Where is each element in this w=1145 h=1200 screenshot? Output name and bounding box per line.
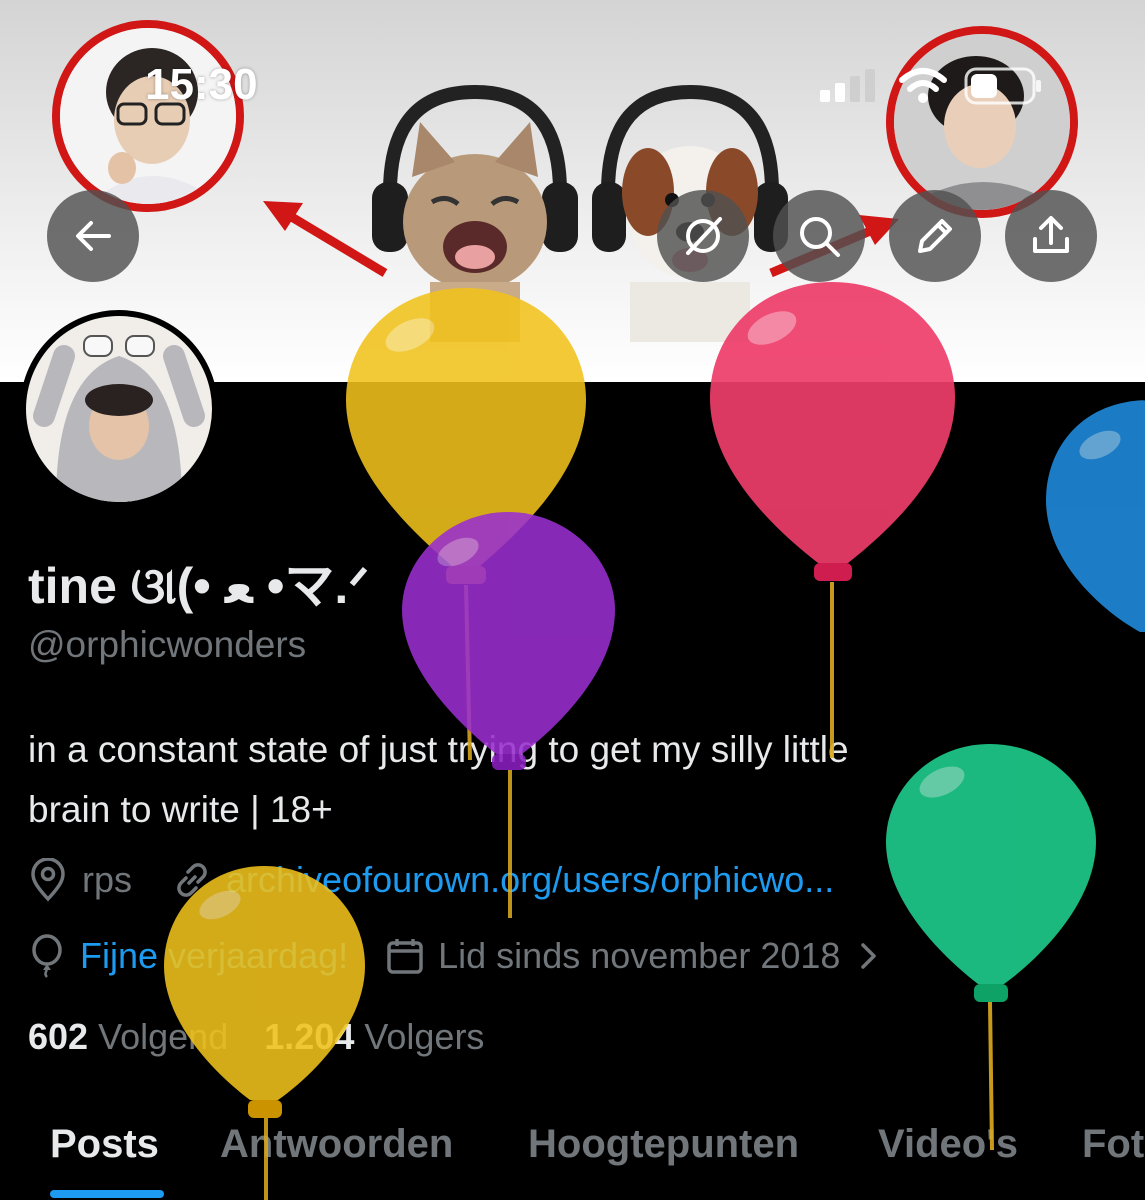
display-name: tine ଓ୲(• ﻌ •マ.ᐟ xyxy=(28,558,370,614)
share-button[interactable] xyxy=(1005,190,1097,282)
calendar-icon xyxy=(386,937,424,975)
profile-avatar[interactable] xyxy=(20,310,218,508)
user-handle: @orphicwonders xyxy=(28,624,307,665)
edit-profile-button[interactable] xyxy=(889,190,981,282)
following-stat[interactable]: 602 Volgend xyxy=(28,1016,228,1057)
tab-replies[interactable]: Antwoorden xyxy=(220,1122,453,1167)
tab-videos[interactable]: Video's xyxy=(878,1122,1018,1167)
location-text: rps xyxy=(82,859,133,900)
joined-date: Lid sinds november 2018 xyxy=(438,935,841,976)
profile-meta-row-2: Fijne verjaardag! Lid sinds november 201… xyxy=(28,934,894,978)
wifi-icon xyxy=(899,68,947,103)
edit-pencil-icon xyxy=(918,219,952,253)
bio-line: in a constant state of just trying to ge… xyxy=(28,729,849,770)
highlight-circle-left xyxy=(52,20,244,212)
followers-label: Volgers xyxy=(364,1016,485,1057)
link-icon xyxy=(172,860,212,900)
bio-line: brain to write | 18+ xyxy=(28,789,333,830)
grok-button[interactable] xyxy=(657,190,749,282)
website-link[interactable]: archiveofourown.org/users/orphicwo... xyxy=(226,859,834,901)
share-upload-icon xyxy=(1033,216,1069,253)
tab-posts[interactable]: Posts xyxy=(50,1122,159,1167)
followers-stat[interactable]: 1.204 Volgers xyxy=(264,1016,484,1057)
search-icon xyxy=(800,217,840,257)
balloon-blue xyxy=(1046,400,1145,632)
tab-photos[interactable]: Fot xyxy=(1082,1122,1144,1167)
profile-bio: in a constant state of just trying to ge… xyxy=(28,720,1108,840)
following-count: 602 xyxy=(28,1016,89,1057)
status-time: 15:30 xyxy=(145,60,258,109)
following-label: Volgend xyxy=(98,1016,229,1057)
back-arrow-icon xyxy=(76,221,111,251)
signal-icon xyxy=(820,69,875,102)
search-button[interactable] xyxy=(773,190,865,282)
tab-highlights[interactable]: Hoogtepunten xyxy=(528,1122,799,1167)
grok-icon xyxy=(686,217,722,255)
birthday-text: Fijne verjaardag! xyxy=(80,935,349,976)
red-arrow-left xyxy=(263,201,388,277)
avatar-photo xyxy=(26,316,212,502)
chevron-right-icon[interactable] xyxy=(856,941,880,971)
active-tab-indicator xyxy=(50,1190,164,1198)
profile-meta-row-1: rps archiveofourown.org/users/orphicwo..… xyxy=(28,858,834,902)
person-photo-right xyxy=(894,34,1070,210)
follow-stats: 602 Volgend 1.204 Volgers xyxy=(28,1016,484,1058)
battery-icon xyxy=(964,67,1041,105)
back-button[interactable] xyxy=(47,190,139,282)
followers-count: 1.204 xyxy=(264,1016,355,1057)
location-pin-icon xyxy=(28,858,68,902)
person-photo-left xyxy=(60,28,236,204)
balloon-icon xyxy=(28,934,66,978)
